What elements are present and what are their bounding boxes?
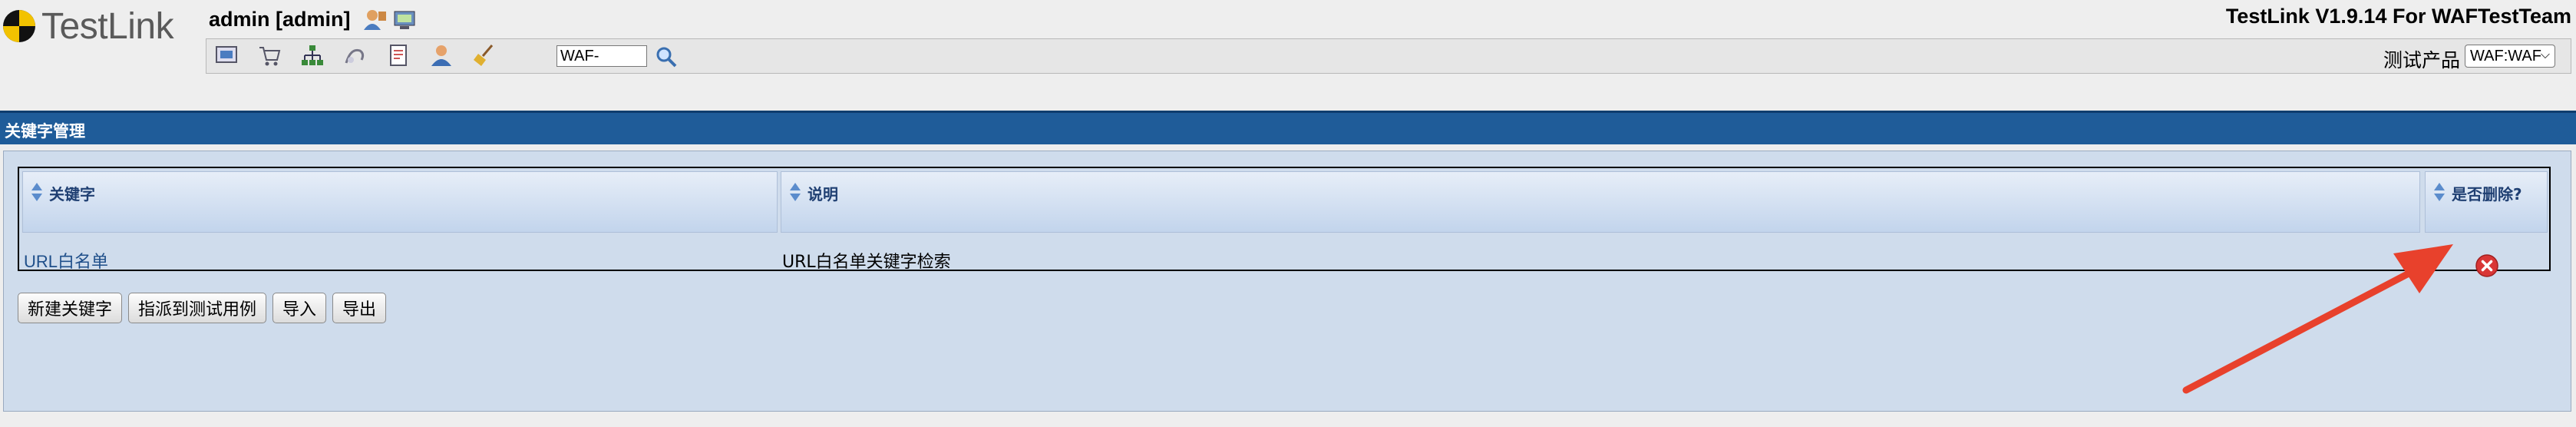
export-button[interactable]: 导出 [332, 293, 387, 323]
user-icon[interactable] [429, 43, 454, 68]
requirements-icon[interactable] [343, 43, 368, 68]
create-keyword-button[interactable]: 新建关键字 [18, 293, 123, 323]
product-select[interactable]: WAF:WAF ⌵ [2465, 45, 2555, 68]
column-header-label: 说明 [807, 185, 838, 204]
user-info: admin [admin] [209, 8, 418, 31]
chevron-down-icon: ⌵ [2540, 48, 2550, 61]
delete-icon[interactable] [2475, 254, 2498, 277]
document-icon[interactable] [386, 43, 411, 68]
column-header-label: 关键字 [49, 185, 95, 204]
page-title: 关键字管理 [0, 111, 2576, 144]
column-header-notes[interactable]: 说明 [781, 171, 2420, 233]
column-header-label: 是否删除? [2452, 185, 2522, 204]
user-profile-icon[interactable] [362, 8, 388, 31]
assign-to-testcase-button[interactable]: 指派到测试用例 [128, 293, 267, 323]
testcase-search-input[interactable]: WAF- [556, 45, 647, 67]
keywords-panel: 关键字 说明 是否删除? URL白名单 URL白名单关键字检索 新建关键字 指派… [3, 151, 2571, 412]
broom-icon[interactable] [472, 43, 497, 68]
sort-icon [2434, 183, 2445, 201]
column-header-delete[interactable]: 是否删除? [2425, 171, 2548, 233]
action-buttons: 新建关键字 指派到测试用例 导入 导出 [18, 293, 387, 323]
keywords-table: 关键字 说明 是否删除? URL白名单 URL白名单关键字检索 [18, 167, 2551, 277]
search-icon[interactable] [655, 45, 678, 68]
sort-icon [790, 183, 801, 201]
keyword-link[interactable]: URL白名单 [24, 248, 108, 273]
keyword-notes: URL白名单关键字检索 [782, 253, 951, 272]
import-button[interactable]: 导入 [272, 293, 327, 323]
logout-icon[interactable] [392, 8, 418, 31]
product-select-value: WAF:WAF [2470, 47, 2541, 65]
main-toolbar: WAF- 测试产品 WAF:WAF ⌵ [206, 38, 2571, 74]
testlink-logo-icon [3, 10, 35, 42]
testlink-logo[interactable]: TestLink [2, 2, 174, 51]
desktop-icon[interactable] [214, 43, 239, 68]
user-name: admin [admin] [209, 8, 351, 31]
tree-icon[interactable] [300, 43, 325, 68]
logo-text: TestLink [41, 5, 174, 47]
cart-icon[interactable] [257, 43, 282, 68]
product-label: 测试产品 [2383, 49, 2460, 71]
column-header-keyword[interactable]: 关键字 [22, 171, 778, 233]
sort-icon [31, 183, 42, 201]
version-label: TestLink V1.9.14 For WAFTestTeam [2225, 5, 2571, 28]
